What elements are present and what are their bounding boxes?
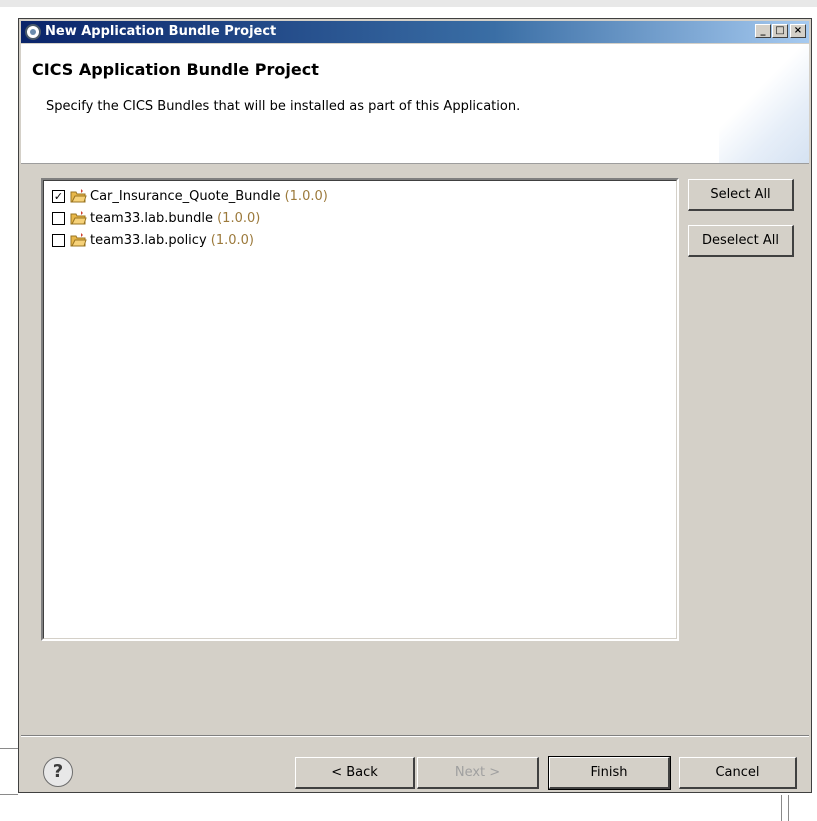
maximize-button[interactable]: □ <box>772 24 788 38</box>
project-folder-icon <box>70 211 87 225</box>
footer-separator <box>21 735 809 737</box>
bundle-label: team33.lab.bundle (1.0.0) <box>90 211 260 226</box>
deselect-all-button[interactable]: Deselect All <box>688 225 794 257</box>
header-banner: CICS Application Bundle Project Specify … <box>21 44 809 164</box>
page-title: CICS Application Bundle Project <box>32 60 319 79</box>
background-line <box>0 748 18 749</box>
app-gear-icon <box>25 24 41 40</box>
window-title: New Application Bundle Project <box>45 24 277 39</box>
help-icon[interactable]: ? <box>43 757 73 787</box>
project-folder-icon <box>70 189 87 203</box>
checklist-frame: ✓ Car_Insurance_Quote_Bundle (1.0.0) tea… <box>43 180 677 639</box>
bundle-label: team33.lab.policy (1.0.0) <box>90 233 254 248</box>
bundle-name: team33.lab.policy <box>90 233 207 248</box>
finish-button[interactable]: Finish <box>548 756 671 790</box>
bundle-label: Car_Insurance_Quote_Bundle (1.0.0) <box>90 189 328 204</box>
bundle-version: (1.0.0) <box>284 189 328 204</box>
title-bar[interactable]: New Application Bundle Project _ □ × <box>21 21 809 43</box>
wizard-dialog: New Application Bundle Project _ □ × CIC… <box>18 18 812 793</box>
close-button[interactable]: × <box>790 24 806 38</box>
bundle-name: team33.lab.bundle <box>90 211 213 226</box>
banner-decoration <box>719 44 809 163</box>
background-line <box>0 794 18 795</box>
checkbox[interactable] <box>52 234 65 247</box>
background-line <box>0 0 817 7</box>
project-folder-icon <box>70 233 87 247</box>
bundle-name: Car_Insurance_Quote_Bundle <box>90 189 281 204</box>
cancel-button[interactable]: Cancel <box>679 757 797 789</box>
page-description: Specify the CICS Bundles that will be in… <box>46 99 521 114</box>
next-button[interactable]: Next > <box>417 757 539 789</box>
background-line <box>788 795 789 821</box>
back-button[interactable]: < Back <box>295 757 415 789</box>
bundle-version: (1.0.0) <box>210 233 255 248</box>
bundle-checklist[interactable]: ✓ Car_Insurance_Quote_Bundle (1.0.0) tea… <box>41 178 679 641</box>
background-line <box>781 795 782 821</box>
checkbox[interactable] <box>52 212 65 225</box>
bundle-version: (1.0.0) <box>217 211 261 226</box>
select-all-button[interactable]: Select All <box>688 179 794 211</box>
minimize-button[interactable]: _ <box>755 24 771 38</box>
checkbox[interactable]: ✓ <box>52 190 65 203</box>
